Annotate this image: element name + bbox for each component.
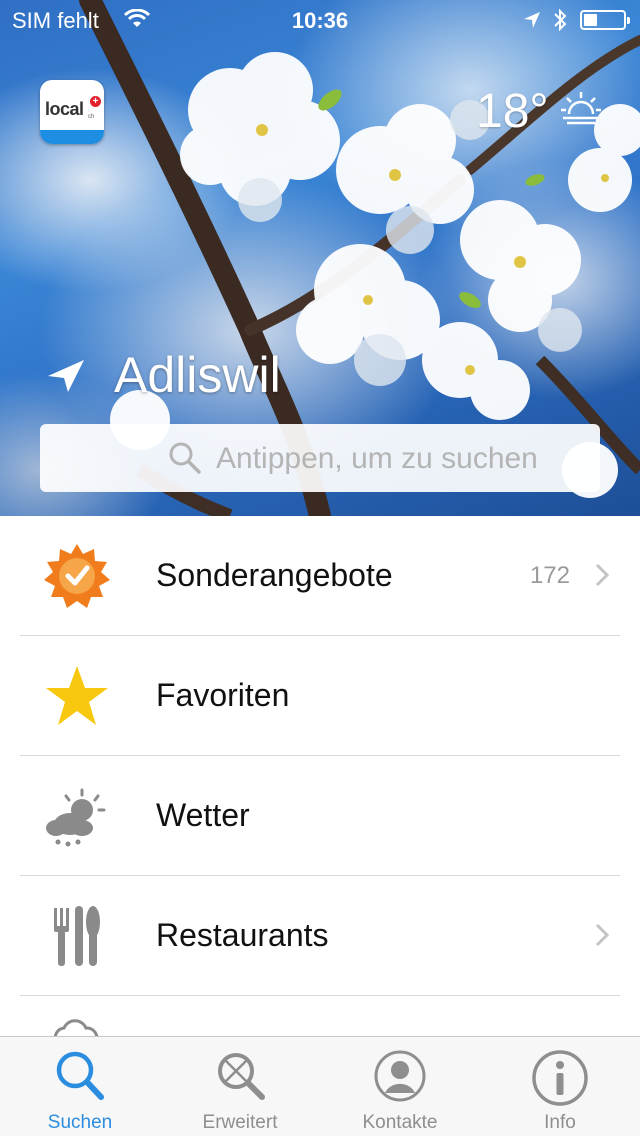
hero-header: SIM fehlt 10:36 local + ch 18° Adliswil … xyxy=(0,0,640,516)
location-services-icon xyxy=(522,10,542,36)
info-icon xyxy=(531,1049,589,1112)
logo-sub: ch xyxy=(88,114,95,120)
list-item-partial[interactable] xyxy=(0,996,640,1038)
weather-temperature[interactable]: 18° xyxy=(476,84,549,139)
list-item-wetter[interactable]: Wetter xyxy=(0,756,640,876)
category-list: Sonderangebote 172 Favoriten Wetter Rest… xyxy=(0,516,640,1038)
tab-bar: Suchen Erweitert Kontakte Info xyxy=(0,1036,640,1136)
location-arrow-icon[interactable] xyxy=(46,358,86,399)
battery-icon xyxy=(580,10,630,30)
advanced-search-icon xyxy=(212,1049,268,1108)
search-placeholder: Antippen, um zu suchen xyxy=(216,442,538,475)
tab-erweitert[interactable]: Erweitert xyxy=(160,1037,320,1136)
battery-level-fill xyxy=(584,14,597,26)
list-item-sonderangebote[interactable]: Sonderangebote 172 xyxy=(0,516,640,636)
tab-suchen[interactable]: Suchen xyxy=(0,1037,160,1136)
chevron-right-icon xyxy=(594,922,610,953)
app-screen: SIM fehlt 10:36 local + ch 18° Adliswil … xyxy=(0,0,640,1136)
tab-label: Erweitert xyxy=(202,1112,278,1133)
location-name[interactable]: Adliswil xyxy=(114,346,281,404)
logo-text: local xyxy=(45,99,84,119)
special-offer-badge-icon xyxy=(42,542,112,610)
swiss-cross-icon: + xyxy=(90,96,101,107)
search-icon xyxy=(168,441,202,480)
list-item-count: 172 xyxy=(529,562,570,589)
search-input[interactable]: Antippen, um zu suchen xyxy=(40,424,600,492)
contacts-icon xyxy=(373,1049,427,1108)
bluetooth-icon xyxy=(552,8,568,38)
weather-cloud-sun-icon xyxy=(42,782,112,850)
search-tab-icon xyxy=(54,1049,106,1108)
local-ch-logo[interactable]: local + ch xyxy=(40,80,104,144)
list-item-label: Sonderangebote xyxy=(156,557,393,593)
tab-kontakte[interactable]: Kontakte xyxy=(320,1037,480,1136)
list-item-restaurants[interactable]: Restaurants xyxy=(0,876,640,996)
list-item-label: Wetter xyxy=(156,797,250,833)
list-item-label: Restaurants xyxy=(156,917,329,953)
tab-label: Kontakte xyxy=(362,1112,438,1133)
chevron-right-icon xyxy=(594,562,610,593)
list-item-favoriten[interactable]: Favoriten xyxy=(0,636,640,756)
sunrise-icon[interactable] xyxy=(560,88,602,135)
tab-label: Suchen xyxy=(47,1112,113,1133)
status-bar: SIM fehlt 10:36 xyxy=(0,0,640,40)
list-item-label: Favoriten xyxy=(156,677,290,713)
tab-label: Info xyxy=(544,1112,576,1133)
cloud-icon xyxy=(50,1018,100,1038)
logo-band xyxy=(40,130,104,144)
star-icon xyxy=(42,662,112,730)
tab-info[interactable]: Info xyxy=(480,1037,640,1136)
cutlery-icon xyxy=(42,902,112,970)
clock: 10:36 xyxy=(291,8,349,33)
